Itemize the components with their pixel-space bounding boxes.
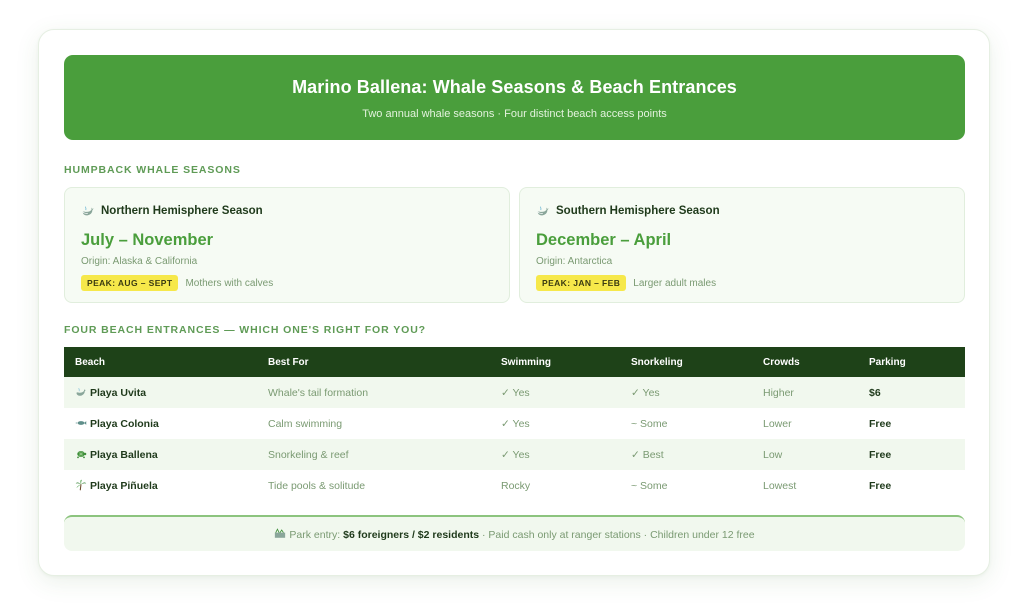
beach-name: Playa Ballena	[90, 449, 158, 461]
whale-icon	[537, 206, 549, 216]
snorkeling-cell: ✓ Best	[620, 439, 752, 470]
crowds-cell: Lowest	[763, 479, 797, 492]
page-title: Marino Ballena: Whale Seasons & Beach En…	[292, 77, 737, 97]
season-card-northern: Northern Hemisphere Season July – Novemb…	[64, 187, 510, 303]
table-row: Playa Ballena Snorkeling & reef ✓ Yes ✓ …	[64, 439, 965, 470]
swimming-cell: ✓ Yes	[490, 439, 620, 470]
column-header-swimming: Swimming	[490, 347, 620, 377]
swimming-cell: ✓ Yes	[490, 377, 620, 408]
column-header-parking: Parking	[858, 347, 965, 377]
season-origin: Origin: Alaska & California	[81, 256, 198, 267]
parking-cell: $6	[858, 377, 965, 408]
seasons-section-title: HUMPBACK WHALE SEASONS	[64, 164, 241, 176]
palm-tree-icon	[75, 479, 87, 491]
beaches-section-title: FOUR BEACH ENTRANCES — WHICH ONE'S RIGHT…	[64, 324, 426, 336]
season-origin: Origin: Antarctica	[536, 256, 613, 267]
best-for-cell: Calm swimming	[268, 417, 343, 430]
peak-note: Mothers with calves	[185, 277, 274, 289]
season-name: Southern Hemisphere Season	[556, 205, 720, 217]
peak-badge: PEAK: AUG – SEPT	[81, 275, 179, 291]
swimming-cell: ✓ Yes	[501, 417, 530, 430]
best-for-cell: Tide pools & solitude	[268, 479, 366, 492]
whale-icon	[76, 388, 86, 396]
parking-cell: Free	[869, 417, 892, 430]
beach-name: Playa Uvita	[90, 387, 147, 399]
park-entry-details: · Paid cash only at ranger stations · Ch…	[482, 529, 755, 541]
best-for-cell: Whale's tail formation	[257, 377, 490, 408]
table-header-row: Beach Best For Swimming Snorkeling Crowd…	[64, 347, 965, 377]
column-header-crowds: Crowds	[752, 347, 858, 377]
park-entry-price: $6 foreigners / $2 residents	[343, 529, 480, 541]
beach-name: Playa Colonia	[90, 418, 159, 430]
beach-comparison-table: Beach Best For Swimming Snorkeling Crowd…	[64, 347, 965, 501]
column-header-snorkeling: Snorkeling	[620, 347, 752, 377]
hero-banner: Marino Ballena: Whale Seasons & Beach En…	[64, 55, 965, 140]
season-name: Northern Hemisphere Season	[101, 205, 263, 217]
park-entry-note: Park entry: $6 foreigners / $2 residents…	[64, 515, 965, 551]
column-header-beach: Beach	[64, 347, 257, 377]
parking-cell: Free	[858, 439, 965, 470]
crowds-cell: Lower	[763, 417, 792, 430]
table-row: Playa Piñuela Tide pools & solitude Rock…	[64, 470, 965, 501]
peak-note: Larger adult males	[633, 277, 717, 289]
park-entry-prefix: Park entry:	[289, 529, 341, 541]
turtle-icon	[77, 451, 87, 459]
snorkeling-cell: ✓ Yes	[620, 377, 752, 408]
season-months: December – April	[536, 231, 672, 249]
snorkeling-cell: ~ Some	[631, 417, 668, 430]
table-row: Playa Colonia Calm swimming ✓ Yes ~ Some…	[64, 408, 965, 439]
page-subtitle: Two annual whale seasons · Four distinct…	[362, 108, 667, 120]
fish-icon	[75, 421, 87, 425]
beach-name: Playa Piñuela	[90, 480, 158, 492]
season-card-southern: Southern Hemisphere Season December – Ap…	[519, 187, 965, 303]
swimming-cell: Rocky	[501, 479, 531, 492]
season-months: July – November	[81, 231, 214, 249]
table-row: Playa Uvita Whale's tail formation ✓ Yes…	[64, 377, 965, 408]
crowds-cell: Low	[752, 439, 858, 470]
page-card: Marino Ballena: Whale Seasons & Beach En…	[38, 29, 990, 576]
whale-icon	[82, 206, 94, 216]
column-header-best-for: Best For	[257, 347, 490, 377]
snorkeling-cell: ~ Some	[631, 479, 668, 492]
parking-cell: Free	[869, 479, 892, 492]
crowds-cell: Higher	[752, 377, 858, 408]
peak-badge: PEAK: JAN – FEB	[536, 275, 627, 291]
ticket-icon	[275, 528, 286, 538]
best-for-cell: Snorkeling & reef	[257, 439, 490, 470]
